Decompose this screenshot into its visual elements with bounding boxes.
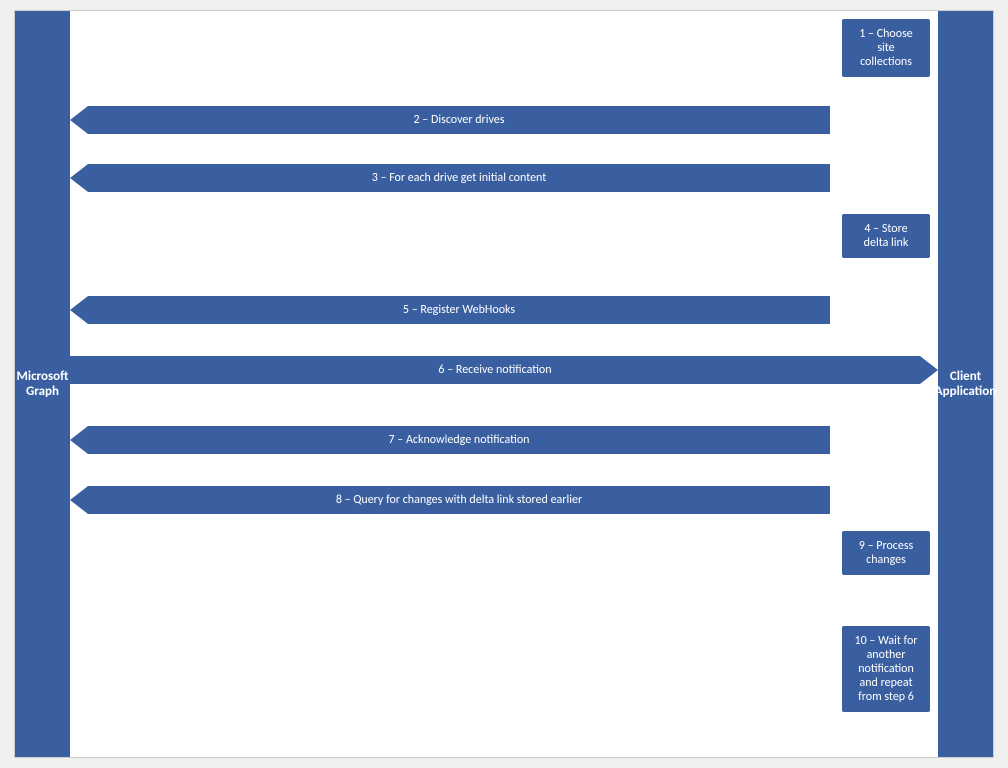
box10-text: 10 – Wait for another notification and r… <box>855 634 918 704</box>
diagram-container: Microsoft Graph Client Application 1 – C… <box>14 10 994 758</box>
box-store-delta-link: 4 – Store delta link <box>842 214 930 258</box>
box-wait-notification: 10 – Wait for another notification and r… <box>842 626 930 712</box>
box1-text: 1 – Choose site collections <box>859 27 913 69</box>
arrow7-text: 7 – Acknowledge notification <box>389 433 530 447</box>
box-process-changes: 9 – Process changes <box>842 531 930 575</box>
arrow-receive-notification: 6 – Receive notification <box>70 356 920 384</box>
left-label: Microsoft Graph <box>15 11 70 757</box>
arrow-acknowledge-notification: 7 – Acknowledge notification <box>88 426 830 454</box>
arrow-register-webhooks: 5 – Register WebHooks <box>88 296 830 324</box>
box9-text: 9 – Process changes <box>859 539 913 567</box>
arrow2-text: 2 – Discover drives <box>414 113 505 127</box>
left-column-text: Microsoft Graph <box>15 369 70 399</box>
right-column-text: Client Application <box>935 369 996 399</box>
arrow8-text: 8 – Query for changes with delta link st… <box>336 493 582 507</box>
arrow-query-changes: 8 – Query for changes with delta link st… <box>88 486 830 514</box>
arrow-initial-content: 3 – For each drive get initial content <box>88 164 830 192</box>
box4-text: 4 – Store delta link <box>864 222 909 250</box>
arrow-discover-drives: 2 – Discover drives <box>88 106 830 134</box>
content-area: 1 – Choose site collections 2 – Discover… <box>70 11 938 757</box>
box-choose-site-collections: 1 – Choose site collections <box>842 19 930 77</box>
arrow3-text: 3 – For each drive get initial content <box>372 171 547 185</box>
right-label: Client Application <box>938 11 993 757</box>
arrow6-text: 6 – Receive notification <box>438 363 551 377</box>
arrow5-text: 5 – Register WebHooks <box>403 303 515 317</box>
